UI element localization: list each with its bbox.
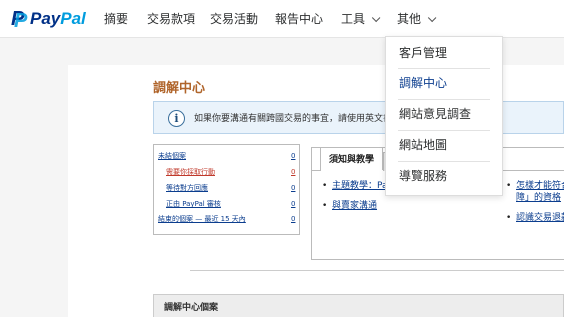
case-label-open[interactable]: 未結個案 — [158, 152, 186, 160]
case-row-closed: 結束的個案 — 最近 15 天內 — [158, 215, 246, 224]
menu-item-site-survey[interactable]: 網站意見調查 — [399, 106, 471, 122]
more-dropdown-menu: 客戶管理 調解中心 網站意見調查 網站地圖 導覽服務 — [385, 36, 503, 196]
cases-section-header: 調解中心個案 — [153, 294, 564, 317]
link-refund-info[interactable]: 認識交易退款 — [506, 213, 564, 224]
menu-item-guided-tour[interactable]: 導覽服務 — [399, 168, 447, 184]
case-label-action-required[interactable]: 需要你採取行動 — [166, 168, 215, 176]
link-topic-tutorial[interactable]: 主題教學：Pa — [322, 181, 388, 192]
case-row-action: 需要你採取行動 — [166, 168, 215, 177]
case-row-waiting: 等待對方回應 — [166, 184, 208, 193]
menu-divider — [398, 130, 490, 131]
case-label-paypal-review[interactable]: 正由 PayPal 審核 — [166, 200, 221, 208]
menu-item-site-map[interactable]: 網站地圖 — [399, 137, 447, 153]
nav-reports[interactable]: 報告中心 — [275, 11, 323, 27]
chevron-down-icon — [371, 13, 381, 23]
case-label-waiting[interactable]: 等待對方回應 — [166, 184, 208, 192]
case-row-reviewing: 正由 PayPal 審核 — [166, 200, 221, 209]
menu-item-customer-management[interactable]: 客戶管理 — [399, 45, 447, 61]
nav-activity[interactable]: 交易活動 — [210, 11, 258, 27]
menu-divider — [398, 68, 490, 69]
case-count-paypal-review[interactable]: 0 — [291, 200, 295, 208]
section-title: 調解中心個案 — [164, 303, 219, 313]
case-row-open: 未結個案 — [158, 152, 186, 161]
logo-text-pay: Pay — [30, 9, 61, 28]
tab-tips-tutorials[interactable]: 須知與教學 — [320, 147, 384, 171]
menu-divider — [398, 161, 490, 162]
paypal-p-icon: PP — [11, 8, 28, 32]
case-count-action-required[interactable]: 0 — [291, 168, 295, 176]
link-eligibility-cont[interactable]: 障」的資格 — [516, 193, 561, 204]
nav-more-label: 其他 — [397, 12, 422, 26]
nav-more[interactable]: 其他 — [397, 11, 437, 27]
case-label-closed[interactable]: 結束的個案 — 最近 15 天內 — [158, 215, 246, 223]
nav-tools[interactable]: 工具 — [341, 11, 381, 27]
case-count-closed[interactable]: 0 — [291, 215, 295, 223]
nav-tools-label: 工具 — [341, 12, 366, 26]
notice-text: 如果你要溝通有關跨國交易的事宜，請使用英文書 — [194, 114, 393, 124]
link-eligibility[interactable]: 怎樣才能符合 — [506, 181, 564, 192]
paypal-logo[interactable]: PP PayPal — [10, 8, 86, 32]
top-navigation: PP PayPal 摘要 交易款項 交易活動 報告中心 工具 其他 — [0, 0, 564, 38]
menu-item-resolution-center[interactable]: 調解中心 — [399, 75, 447, 91]
info-icon: i — [168, 110, 185, 127]
case-summary-box: 未結個案 0 需要你採取行動 0 等待對方回應 0 正由 PayPal 審核 0… — [153, 144, 300, 235]
nav-transactions[interactable]: 交易款項 — [147, 11, 195, 27]
case-count-waiting[interactable]: 0 — [291, 184, 295, 192]
nav-summary[interactable]: 摘要 — [104, 11, 128, 27]
case-count-open[interactable]: 0 — [291, 152, 295, 160]
link-contact-seller[interactable]: 與賣家溝通 — [322, 201, 377, 212]
page-title: 調解中心 — [153, 81, 206, 96]
section-divider — [190, 270, 564, 271]
menu-divider — [398, 99, 490, 100]
logo-text-pal: Pal — [60, 9, 86, 28]
chevron-down-icon — [427, 13, 437, 23]
